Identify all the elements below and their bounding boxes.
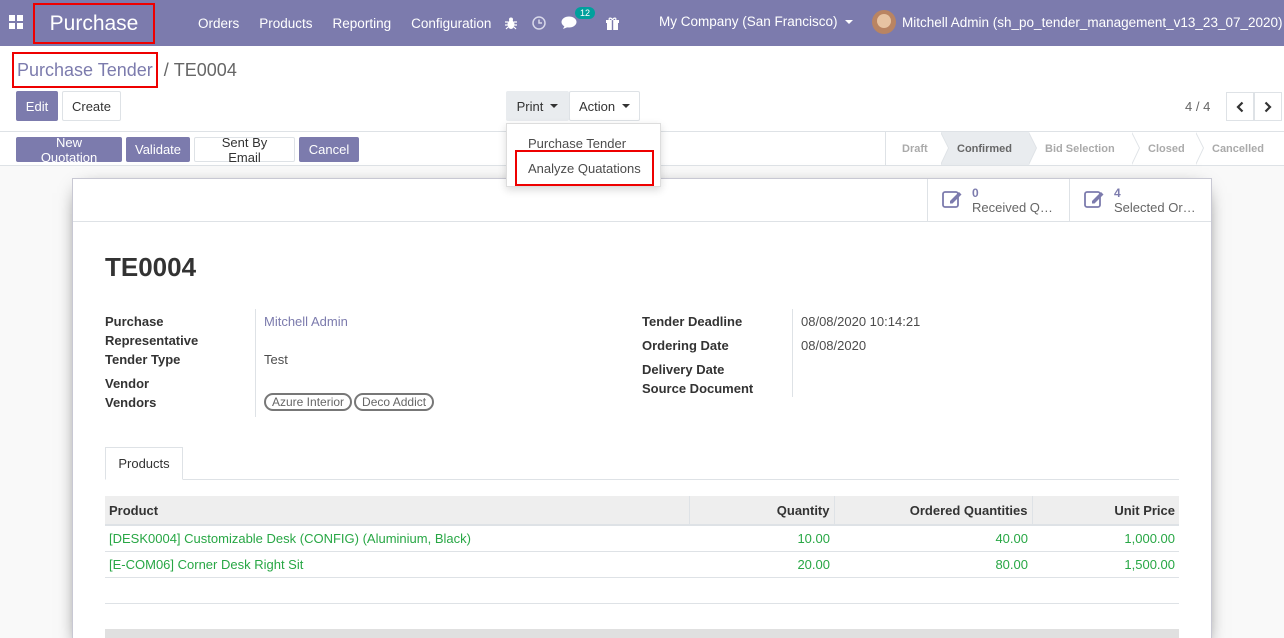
field-ordering-date[interactable]: 08/08/2020 xyxy=(801,338,866,353)
stage-draft: Draft xyxy=(886,132,949,165)
print-label: Print xyxy=(516,98,544,114)
gift-icon[interactable] xyxy=(606,17,619,30)
company-switcher[interactable]: My Company (San Francisco) xyxy=(659,14,853,29)
create-button[interactable]: Create xyxy=(62,91,121,121)
breadcrumb: Purchase Tender / TE0004 xyxy=(12,52,237,88)
new-quotation-button[interactable]: New Quotation xyxy=(16,135,122,165)
column-header-ordered-quantities[interactable]: Ordered Quantities xyxy=(833,496,1032,526)
validate-button[interactable]: Validate xyxy=(126,137,190,162)
vendor-tag[interactable]: Azure Interior xyxy=(264,393,353,411)
field-label-vendor: Vendor xyxy=(105,376,150,391)
received-quotations-button[interactable]: 0 Received Quotations xyxy=(927,179,1069,222)
column-header-quantity[interactable]: Quantity xyxy=(688,496,834,526)
chevron-down-icon xyxy=(622,104,631,108)
pager-value[interactable]: 4 / 4 xyxy=(1185,99,1210,114)
table-header-row: Product Quantity Ordered Quantities Unit… xyxy=(105,496,1179,526)
table-row[interactable]: [DESK0004] Customizable Desk (CONFIG) (A… xyxy=(105,525,1179,552)
field-label-purchase-representative: Purchase Representative xyxy=(105,314,199,348)
top-navbar: Purchase Orders Products Reporting Confi… xyxy=(0,0,1284,46)
chevron-left-icon xyxy=(1236,101,1244,112)
menu-item-reporting[interactable]: Reporting xyxy=(333,16,392,31)
action-dropdown-button[interactable]: Action xyxy=(569,91,640,121)
menu-item-configuration[interactable]: Configuration xyxy=(411,16,491,31)
cancel-button[interactable]: Cancel xyxy=(299,137,359,162)
received-quotations-count: 0 xyxy=(972,185,979,200)
stage-confirmed: Confirmed xyxy=(941,132,1037,165)
field-divider xyxy=(792,309,793,397)
stage-pipeline: Draft Confirmed Bid Selection Closed Can… xyxy=(885,132,1284,165)
edit-icon xyxy=(1084,189,1106,212)
systray: 12 xyxy=(505,0,634,46)
sent-by-email-button[interactable]: Sent By Email xyxy=(194,135,295,165)
bug-icon[interactable] xyxy=(505,17,517,30)
chevron-down-icon xyxy=(844,20,853,25)
column-header-unit-price[interactable]: Unit Price xyxy=(1031,496,1179,526)
avatar xyxy=(872,10,896,34)
cell-unit-price[interactable]: 1,000.00 xyxy=(1032,525,1179,552)
record-title: TE0004 xyxy=(105,252,197,282)
chat-count-badge: 12 xyxy=(575,7,596,19)
stage-cancelled: Cancelled xyxy=(1212,142,1264,155)
main-menu: Orders Products Reporting Configuration xyxy=(188,0,501,46)
table-row-empty xyxy=(105,577,1179,604)
cell-product[interactable]: [DESK0004] Customizable Desk (CONFIG) (A… xyxy=(105,525,689,552)
field-label-source-document: Source Document xyxy=(642,381,754,396)
tab-products[interactable]: Products xyxy=(105,447,183,480)
selected-orders-button[interactable]: 4 Selected Orders xyxy=(1069,179,1211,222)
field-tender-type[interactable]: Test xyxy=(264,352,288,367)
cell-quantity[interactable]: 10.00 xyxy=(689,525,834,552)
action-label: Action xyxy=(578,98,616,114)
field-vendors[interactable]: Azure Interior Deco Addict xyxy=(264,393,436,411)
received-quotations-label: Received Quotations xyxy=(972,199,1058,215)
product-lines-table: Product Quantity Ordered Quantities Unit… xyxy=(105,496,1179,604)
user-menu[interactable]: Mitchell Admin (sh_po_tender_management_… xyxy=(872,10,1283,34)
table-footer xyxy=(105,629,1179,638)
chat-icon[interactable]: 12 xyxy=(561,7,596,30)
breadcrumb-parent-link[interactable]: Purchase Tender xyxy=(12,52,158,88)
table-row[interactable]: [E-COM06] Corner Desk Right Sit 20.00 80… xyxy=(105,551,1179,578)
selected-orders-count: 4 xyxy=(1114,185,1121,200)
vendor-tag[interactable]: Deco Addict xyxy=(354,393,435,411)
chevron-right-icon xyxy=(1264,101,1272,112)
field-purchase-representative[interactable]: Mitchell Admin xyxy=(264,314,348,329)
menu-item-orders[interactable]: Orders xyxy=(198,16,239,31)
field-label-ordering-date: Ordering Date xyxy=(642,338,729,353)
company-name: My Company (San Francisco) xyxy=(659,14,838,29)
print-dropdown-button[interactable]: Print xyxy=(506,91,569,121)
stage-closed: Closed xyxy=(1132,132,1204,165)
chevron-down-icon xyxy=(550,104,559,108)
menu-item-products[interactable]: Products xyxy=(259,16,312,31)
user-name: Mitchell Admin (sh_po_tender_management_… xyxy=(902,14,1283,30)
selected-orders-label: Selected Orders xyxy=(1114,199,1200,215)
field-label-delivery-date: Delivery Date xyxy=(642,362,725,377)
print-dropdown-menu: Purchase Tender Analyze Quatations xyxy=(506,123,661,187)
clock-icon[interactable] xyxy=(532,16,546,30)
app-brand[interactable]: Purchase xyxy=(33,3,155,44)
pager-next-button[interactable] xyxy=(1254,92,1282,121)
stage-bid-selection: Bid Selection xyxy=(1029,132,1140,165)
field-label-vendors: Vendors xyxy=(105,395,157,410)
breadcrumb-current: TE0004 xyxy=(173,59,237,80)
field-tender-deadline[interactable]: 08/08/2020 10:14:21 xyxy=(801,314,920,329)
apps-icon[interactable] xyxy=(9,15,23,29)
cell-product[interactable]: [E-COM06] Corner Desk Right Sit xyxy=(105,551,689,578)
field-divider xyxy=(255,309,256,417)
cell-unit-price[interactable]: 1,500.00 xyxy=(1032,551,1179,578)
pager-previous-button[interactable] xyxy=(1226,92,1254,121)
edit-button[interactable]: Edit xyxy=(16,91,58,121)
breadcrumb-separator: / xyxy=(163,59,169,80)
tab-divider xyxy=(105,479,1179,480)
cell-ordered-quantities[interactable]: 80.00 xyxy=(834,551,1032,578)
cell-ordered-quantities[interactable]: 40.00 xyxy=(834,525,1032,552)
menu-item-analyze-quotations-report[interactable]: Analyze Quatations xyxy=(528,161,641,176)
form-sheet: 0 Received Quotations 4 Selected Orders … xyxy=(72,178,1212,638)
edit-icon xyxy=(942,189,964,212)
field-label-tender-type: Tender Type xyxy=(105,352,181,367)
field-label-tender-deadline: Tender Deadline xyxy=(642,314,743,329)
cell-quantity[interactable]: 20.00 xyxy=(689,551,834,578)
menu-item-purchase-tender-report[interactable]: Purchase Tender xyxy=(528,136,626,151)
column-header-product[interactable]: Product xyxy=(105,496,689,526)
